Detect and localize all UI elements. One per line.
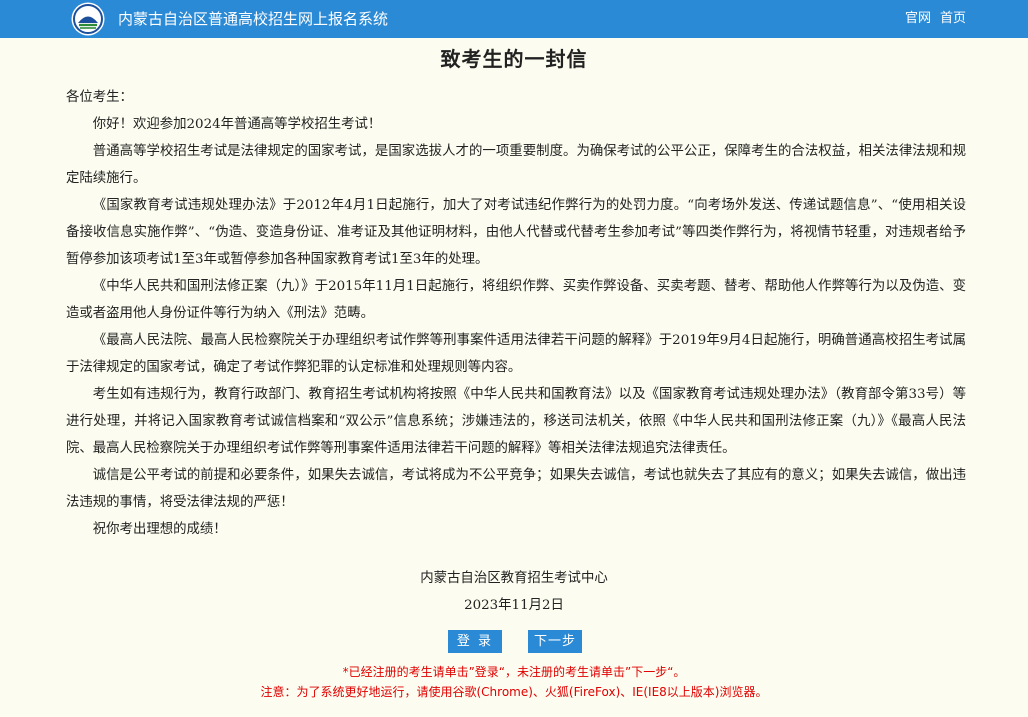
education-exam-logo-icon xyxy=(71,2,105,36)
letter-paragraph: 祝你考出理想的成绩！ xyxy=(92,522,227,537)
next-step-button[interactable]: 下一步 xyxy=(528,630,582,653)
letter-paragraph: 《国家教育考试违规处理办法》于2012年4月1日起施行，加大了对考试违纪作弊行为… xyxy=(66,198,966,267)
browser-notice: 注意：为了系统更好地运行，请使用谷歌(Chrome)、火狐(FireFox)、I… xyxy=(260,685,768,699)
letter-paragraph: 《中华人民共和国刑法修正案（九）》于2015年11月1日起施行，将组织作弊、买卖… xyxy=(66,279,966,321)
signature-date: 2023年11月2日 xyxy=(464,598,564,613)
registration-hint: *已经注册的考生请单击”登录“，未注册的考生请单击”下一步“。 xyxy=(342,665,686,679)
letter-paragraph: 诚信是公平考试的前提和必要条件，如果失去诚信，考试将成为不公平竞争；如果失去诚信… xyxy=(66,468,966,510)
site-title: 内蒙古自治区普通高校招生网上报名系统 xyxy=(118,10,389,28)
letter-paragraph: 你好！欢迎参加2024年普通高等学校招生考试！ xyxy=(92,117,382,132)
nav-link-official-site[interactable]: 官网 xyxy=(905,11,931,27)
signature-organization: 内蒙古自治区教育招生考试中心 xyxy=(420,571,608,586)
letter-paragraph: 普通高等学校招生考试是法律规定的国家考试，是国家选拔人才的一项重要制度。为确保考… xyxy=(66,144,966,186)
letter-title: 致考生的一封信 xyxy=(440,47,588,71)
letter-body: 各位考生： 你好！欢迎参加2024年普通高等学校招生考试！ 普通高等学校招生考试… xyxy=(66,84,966,543)
nav-link-home[interactable]: 首页 xyxy=(940,11,966,27)
letter-paragraph: 考生如有违规行为，教育行政部门、教育招生考试机构将按照《中华人民共和国教育法》以… xyxy=(66,387,966,456)
letter-salutation: 各位考生： xyxy=(66,90,133,105)
top-header-bar: 内蒙古自治区普通高校招生网上报名系统 官网 首页 xyxy=(0,0,1028,38)
login-button[interactable]: 登 录 xyxy=(448,630,502,653)
letter-paragraph: 《最高人民法院、最高人民检察院关于办理组织考试作弊等刑事案件适用法律若干问题的解… xyxy=(66,333,966,375)
